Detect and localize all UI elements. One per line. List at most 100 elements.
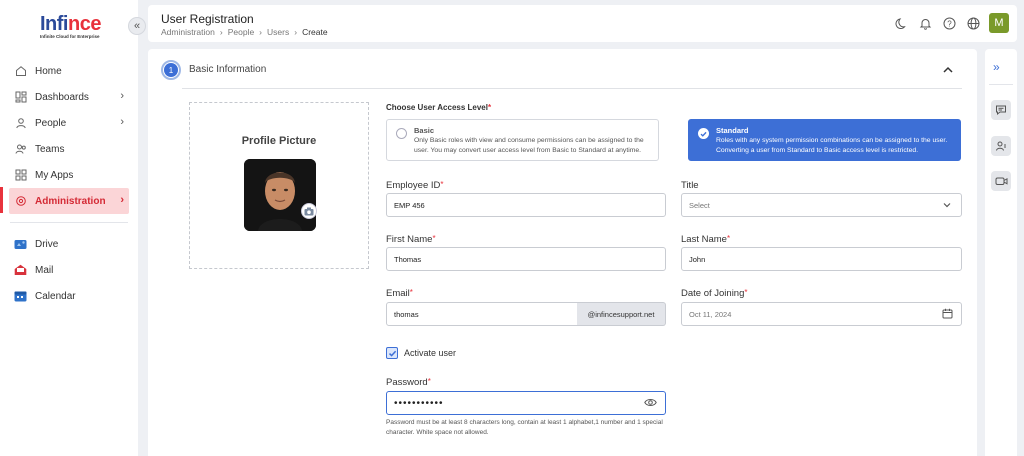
- divider: [989, 84, 1013, 85]
- option-title: Standard: [716, 126, 749, 135]
- first-name-label: First Name*: [386, 234, 436, 245]
- sidebar-item-label: Calendar: [35, 290, 76, 302]
- divider: [182, 88, 962, 89]
- logo[interactable]: Infince Infinite Cloud for Enterprise: [40, 14, 101, 39]
- chevron-double-right-icon[interactable]: »: [993, 60, 1000, 74]
- camera-icon[interactable]: [301, 203, 317, 219]
- sidebar-item-mail[interactable]: Mail: [0, 257, 138, 283]
- sidebar-item-label: Teams: [35, 143, 65, 155]
- profile-picture-label: Profile Picture: [241, 135, 317, 147]
- mail-icon: [14, 264, 27, 277]
- step-number: 1: [164, 63, 178, 77]
- title-label: Title: [681, 180, 699, 191]
- password-input[interactable]: •••••••••••: [386, 391, 666, 415]
- sidebar-collapse-button[interactable]: «: [128, 17, 146, 35]
- sidebar-item-teams[interactable]: Teams: [0, 136, 138, 162]
- breadcrumb-item[interactable]: People: [228, 27, 254, 37]
- dashboard-icon: [14, 91, 27, 104]
- svg-text:?: ?: [947, 19, 952, 28]
- date-of-joining-input[interactable]: Oct 11, 2024: [681, 302, 962, 326]
- divider: [10, 222, 128, 223]
- option-description: Roles with any system permission combina…: [716, 137, 948, 154]
- right-rail: »: [985, 49, 1017, 456]
- chevron-right-icon: ›: [259, 27, 263, 37]
- sidebar-item-home[interactable]: Home: [0, 58, 138, 84]
- apps-nav: Drive Mail Calendar: [0, 231, 138, 309]
- eye-icon[interactable]: [644, 397, 657, 411]
- date-of-joining-label: Date of Joining*: [681, 288, 748, 299]
- last-name-input[interactable]: John: [681, 247, 962, 271]
- person-icon: [14, 117, 27, 130]
- drive-icon: [14, 238, 27, 251]
- sidebar-item-label: My Apps: [35, 169, 74, 181]
- user-card-icon[interactable]: [991, 136, 1011, 156]
- globe-icon[interactable]: [965, 15, 981, 31]
- header-actions: ? M: [893, 13, 1009, 33]
- profile-photo[interactable]: [244, 159, 316, 231]
- bell-icon[interactable]: [917, 15, 933, 31]
- page-title: User Registration: [161, 12, 254, 26]
- access-option-standard[interactable]: Standard Roles with any system permissio…: [688, 119, 961, 161]
- sidebar-item-label: Administration: [35, 195, 106, 207]
- activate-user-label[interactable]: Activate user: [404, 348, 456, 358]
- email-label: Email*: [386, 288, 413, 299]
- employee-id-input[interactable]: EMP 456: [386, 193, 666, 217]
- chevron-right-icon: ›: [294, 27, 298, 37]
- teams-icon: [14, 143, 27, 156]
- active-indicator: [0, 187, 3, 213]
- breadcrumb-item[interactable]: Administration: [161, 27, 215, 37]
- email-domain-suffix: @infincesupport.net: [577, 302, 666, 326]
- video-icon[interactable]: [991, 171, 1011, 191]
- employee-id-label: Employee ID*: [386, 180, 444, 191]
- sidebar-nav: Home Dashboards › People › Teams My Apps…: [0, 58, 138, 214]
- activate-user-checkbox[interactable]: [386, 347, 398, 359]
- first-name-input[interactable]: Thomas: [386, 247, 666, 271]
- chevron-right-icon: ›: [120, 116, 124, 128]
- sidebar-item-label: Dashboards: [35, 91, 89, 103]
- last-name-label: Last Name*: [681, 234, 731, 245]
- sidebar: Infince Infinite Cloud for Enterprise Ho…: [0, 0, 138, 456]
- chevron-right-icon: ›: [120, 194, 124, 206]
- password-label: Password*: [386, 377, 431, 388]
- chat-icon[interactable]: [991, 100, 1011, 120]
- sidebar-item-label: Drive: [35, 238, 59, 250]
- sidebar-item-label: People: [35, 117, 67, 129]
- select-value: Select: [689, 200, 710, 210]
- chevron-up-icon[interactable]: [941, 63, 955, 77]
- main-content: 1 Basic Information Profile Picture Choo…: [148, 49, 977, 456]
- option-title: Basic: [414, 126, 435, 135]
- password-value: •••••••••••: [394, 397, 444, 409]
- option-description: Only Basic roles with view and consume p…: [414, 137, 644, 154]
- breadcrumb-current: Create: [302, 27, 328, 37]
- radio-unchecked[interactable]: [396, 128, 407, 139]
- breadcrumb-item[interactable]: Users: [267, 27, 289, 37]
- sidebar-item-people[interactable]: People ›: [0, 110, 138, 136]
- admin-icon: [14, 195, 27, 208]
- title-select[interactable]: Select: [681, 193, 962, 217]
- check-circle-icon[interactable]: [698, 128, 709, 139]
- calendar-icon[interactable]: [942, 308, 953, 321]
- section-title: Basic Information: [189, 64, 267, 75]
- password-hint: Password must be at least 8 characters l…: [386, 419, 663, 436]
- sidebar-item-my-apps[interactable]: My Apps: [0, 162, 138, 188]
- chevron-right-icon: ›: [120, 90, 124, 102]
- calendar-icon: [14, 290, 27, 303]
- home-icon: [14, 65, 27, 78]
- chevron-double-left-icon: «: [133, 20, 141, 32]
- sidebar-item-label: Mail: [35, 264, 54, 276]
- breadcrumb: Administration › People › Users › Create: [161, 27, 328, 37]
- moon-icon[interactable]: [893, 15, 909, 31]
- help-icon[interactable]: ?: [941, 15, 957, 31]
- access-level-label: Choose User Access Level*: [386, 103, 492, 112]
- sidebar-item-dashboards[interactable]: Dashboards ›: [0, 84, 138, 110]
- email-input[interactable]: thomas: [386, 302, 578, 326]
- sidebar-item-drive[interactable]: Drive: [0, 231, 138, 257]
- page-header: User Registration Administration › Peopl…: [148, 5, 1017, 42]
- access-option-basic[interactable]: Basic Only Basic roles with view and con…: [386, 119, 659, 161]
- chevron-right-icon: ›: [219, 27, 223, 37]
- sidebar-item-administration[interactable]: Administration ›: [9, 188, 129, 214]
- sidebar-item-calendar[interactable]: Calendar: [0, 283, 138, 309]
- step-indicator: 1: [161, 60, 181, 80]
- chevron-down-icon: [941, 199, 953, 213]
- avatar[interactable]: M: [989, 13, 1009, 33]
